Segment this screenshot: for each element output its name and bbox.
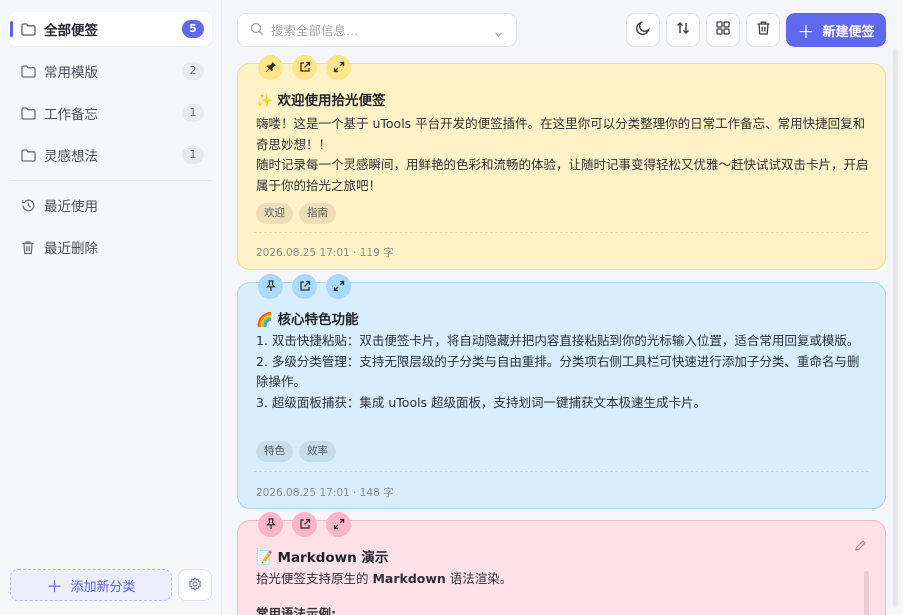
- note-text-bold: Markdown: [372, 571, 446, 586]
- sidebar-item-recent[interactable]: 最近使用: [8, 188, 212, 222]
- open-external-button[interactable]: [292, 55, 317, 80]
- pin-icon: [265, 58, 277, 77]
- note-paragraph: 嗨喽！这是一个基于 uTools 平台开发的便签插件。在这里你可以分类整理你的日…: [256, 116, 866, 152]
- gear-icon: [188, 576, 202, 595]
- folder-icon: [20, 105, 36, 121]
- search-input[interactable]: [271, 22, 481, 38]
- expand-button[interactable]: [326, 512, 351, 537]
- secondary-nav: 最近使用 最近删除: [8, 188, 212, 272]
- count-badge: 5: [182, 20, 204, 38]
- sidebar-item-label: 最近使用: [44, 199, 98, 215]
- card-toolbar: [258, 274, 351, 299]
- main-scrollbar[interactable]: [893, 48, 898, 608]
- layout-grid-button[interactable]: [706, 13, 740, 47]
- pin-button[interactable]: [258, 55, 283, 80]
- expand-button[interactable]: [326, 55, 351, 80]
- sort-button[interactable]: [666, 13, 700, 47]
- trash-icon: [756, 20, 771, 40]
- edit-icon[interactable]: [854, 537, 867, 556]
- sidebar-item-trash[interactable]: 最近删除: [8, 230, 212, 264]
- external-link-icon: [299, 58, 311, 77]
- chevron-down-icon[interactable]: [493, 25, 504, 44]
- note-body: 1. 双击快捷粘贴：双击便签卡片，将自动隐藏并把内容直接粘贴到你的光标输入位置，…: [256, 331, 870, 413]
- grid-icon: [715, 20, 731, 40]
- trash-icon: [20, 239, 36, 255]
- tag[interactable]: 指南: [299, 203, 336, 224]
- card-toolbar: [258, 55, 351, 80]
- note-title: 🌈 核心特色功能: [256, 312, 359, 328]
- external-link-icon: [299, 277, 311, 296]
- open-external-button[interactable]: [292, 512, 317, 537]
- count-badge: 2: [182, 62, 204, 80]
- tag[interactable]: 特色: [256, 441, 293, 462]
- note-title: ✨ 欢迎使用拾光便签: [256, 93, 386, 109]
- new-note-label: 新建便签: [822, 24, 875, 40]
- sidebar: 全部便签 5 常用模版 2 工作备忘 1 灵感想法 1 最近使用 最近删除 ＋ …: [0, 0, 222, 615]
- folder-icon: [20, 63, 36, 79]
- open-external-button[interactable]: [292, 274, 317, 299]
- sidebar-item-label: 常用模版: [44, 65, 98, 81]
- count-badge: 1: [182, 146, 204, 164]
- pin-outline-icon: [265, 277, 277, 296]
- sidebar-item-label: 工作备忘: [44, 107, 98, 123]
- theme-toggle-button[interactable]: [626, 13, 660, 47]
- history-icon: [20, 197, 36, 213]
- expand-button[interactable]: [326, 274, 351, 299]
- pin-button[interactable]: [258, 274, 283, 299]
- expand-icon: [333, 515, 345, 534]
- sidebar-item-all-notes[interactable]: 全部便签 5: [8, 12, 212, 46]
- note-subheading: 常用语法示例:: [256, 606, 336, 615]
- divider: [10, 180, 212, 181]
- tag[interactable]: 效率: [299, 441, 336, 462]
- note-text: 语法渲染。: [445, 571, 513, 586]
- note-meta: 2026.08.25 17:01 · 119 字: [256, 247, 394, 259]
- add-category-label: 添加新分类: [70, 579, 136, 595]
- expand-icon: [333, 58, 345, 77]
- tag[interactable]: 欢迎: [256, 203, 293, 224]
- note-text: 拾光便签支持原生的: [256, 571, 373, 586]
- card-toolbar: [258, 512, 351, 537]
- note-card[interactable]: ✨ 欢迎使用拾光便签 嗨喽！这是一个基于 uTools 平台开发的便签插件。在这…: [237, 55, 886, 270]
- sidebar-item-templates[interactable]: 常用模版 2: [8, 54, 212, 88]
- note-body: 嗨喽！这是一个基于 uTools 平台开发的便签插件。在这里你可以分类整理你的日…: [256, 114, 870, 196]
- add-category-button[interactable]: ＋ 添加新分类: [10, 569, 172, 601]
- folder-icon: [20, 21, 36, 37]
- note-paragraph: 1. 双击快捷粘贴：双击便签卡片，将自动隐藏并把内容直接粘贴到你的光标输入位置，…: [256, 333, 860, 348]
- note-paragraph: 3. 超级面板捕获：集成 uTools 超级面板，支持划词一键捕获文本极速生成卡…: [256, 394, 707, 410]
- new-note-button[interactable]: ＋ 新建便签: [786, 13, 886, 47]
- plus-icon: ＋: [46, 577, 63, 596]
- note-meta: 2026.08.25 17:01 · 148 字: [256, 487, 394, 499]
- pin-button[interactable]: [258, 512, 283, 537]
- plus-icon: ＋: [797, 22, 815, 43]
- moon-icon: [635, 20, 651, 40]
- sidebar-item-ideas[interactable]: 灵感想法 1: [8, 138, 212, 172]
- note-paragraph: 随时记录每一个灵感瞬间，用鲜艳的色彩和流畅的体验，让随时记事变得轻松又优雅～赶快…: [256, 157, 869, 193]
- note-paragraph: 2. 多级分类管理：支持无限层级的子分类与自由重排。分类项右侧工具栏可快速进行添…: [256, 353, 860, 390]
- category-list: 全部便签 5 常用模版 2 工作备忘 1 灵感想法 1: [8, 12, 212, 180]
- tag-list: 特色 效率: [256, 441, 336, 462]
- note-title: 📝 Markdown 演示: [256, 550, 389, 566]
- search-icon: [250, 21, 264, 40]
- folder-icon: [20, 147, 36, 163]
- pin-outline-icon: [265, 515, 277, 534]
- sidebar-item-label: 最近删除: [44, 241, 98, 257]
- tag-list: 欢迎 指南: [256, 203, 336, 224]
- note-card[interactable]: 📝 Markdown 演示 拾光便签支持原生的 Markdown 语法渲染。 常…: [237, 512, 886, 615]
- card-scrollbar[interactable]: [864, 571, 869, 615]
- settings-button[interactable]: [178, 569, 212, 601]
- divider: [254, 232, 869, 233]
- count-badge: 1: [182, 104, 204, 122]
- sidebar-item-label: 灵感想法: [44, 149, 98, 165]
- sort-icon: [675, 20, 691, 40]
- note-body: 拾光便签支持原生的 Markdown 语法渲染。: [256, 569, 870, 590]
- sidebar-item-label: 全部便签: [44, 23, 98, 39]
- sidebar-item-work-memo[interactable]: 工作备忘 1: [8, 96, 212, 130]
- note-card[interactable]: 🌈 核心特色功能 1. 双击快捷粘贴：双击便签卡片，将自动隐藏并把内容直接粘贴到…: [237, 274, 886, 509]
- trash-button[interactable]: [746, 13, 780, 47]
- search-box[interactable]: [237, 13, 517, 47]
- external-link-icon: [299, 515, 311, 534]
- expand-icon: [333, 277, 345, 296]
- divider: [254, 471, 869, 472]
